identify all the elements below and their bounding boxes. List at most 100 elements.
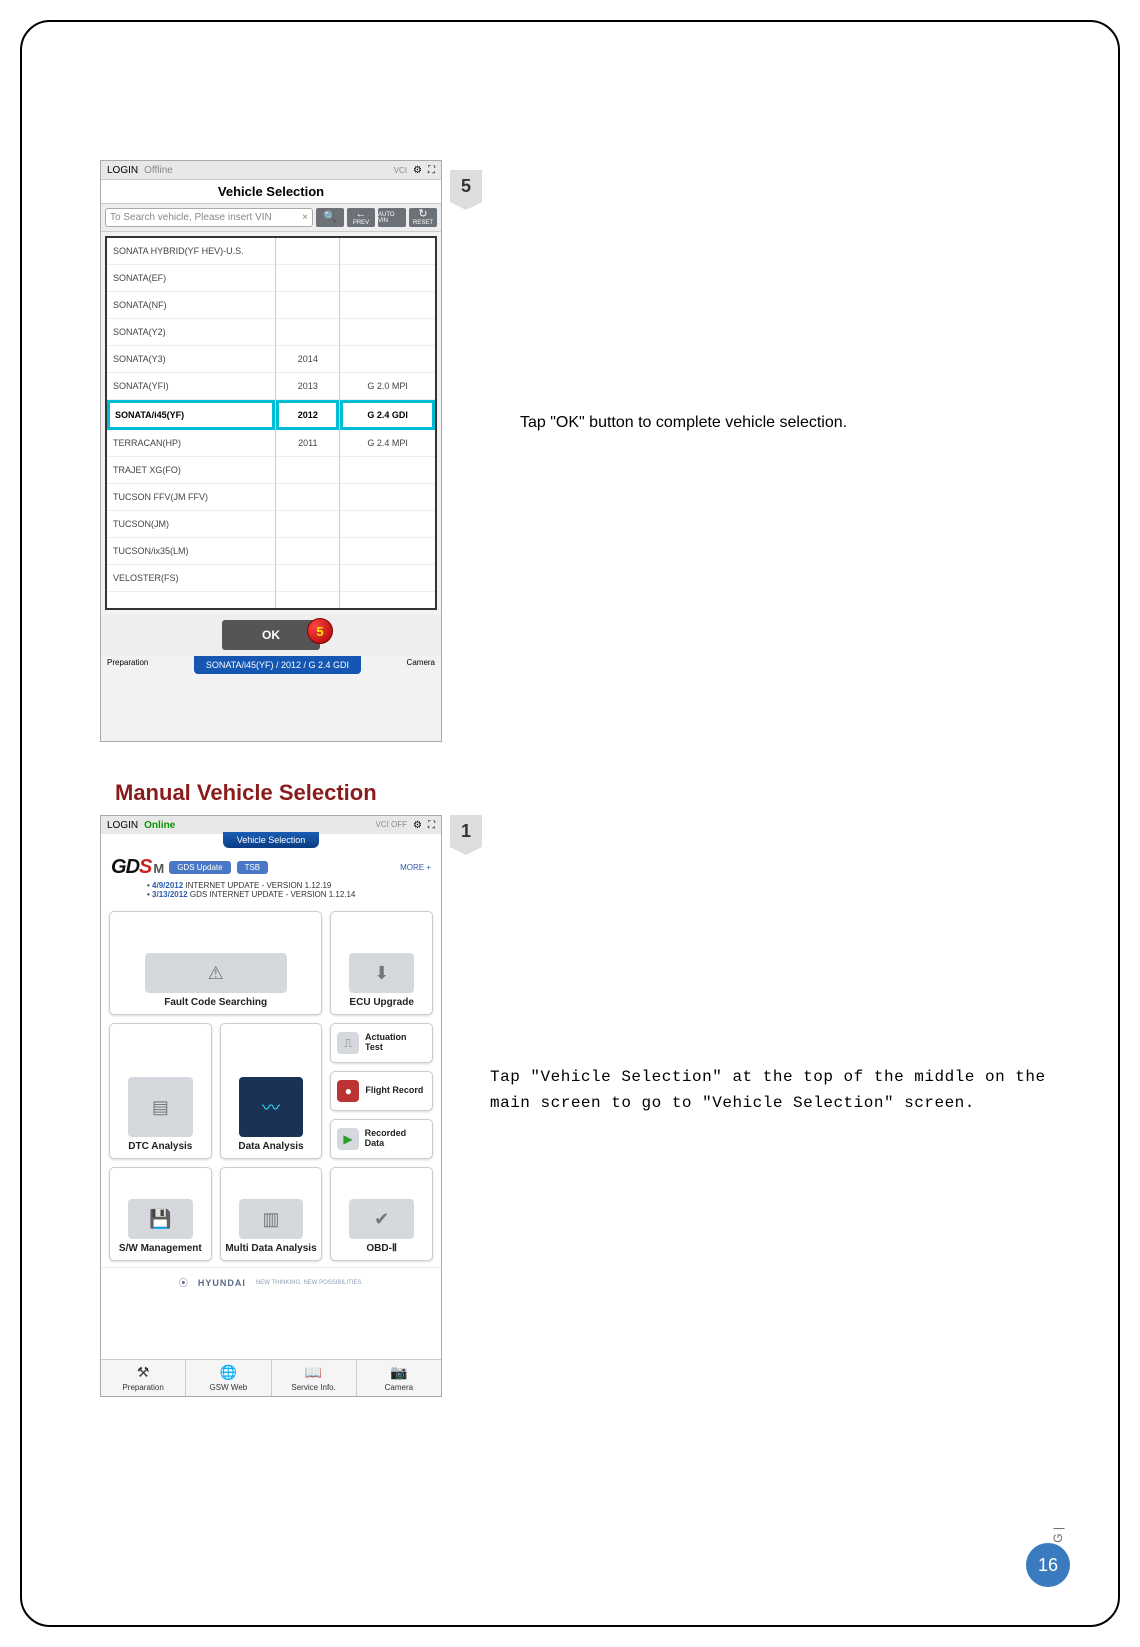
side-label: G |: [1051, 1527, 1065, 1543]
year-column: 2014201320122011: [276, 238, 340, 608]
nav-preparation[interactable]: ⚒ Preparation: [101, 1360, 185, 1396]
settings-icon[interactable]: ⚙: [413, 165, 422, 176]
year-cell[interactable]: [276, 484, 339, 511]
dtc-icon: ▤: [128, 1077, 193, 1137]
tile-label: Recorded Data: [365, 1129, 426, 1149]
tile-data-analysis[interactable]: 〰 Data Analysis: [220, 1023, 323, 1159]
vin-search-input[interactable]: To Search vehicle, Please insert VIN ×: [105, 208, 313, 227]
engine-cell[interactable]: [340, 484, 435, 511]
year-cell[interactable]: 2012: [276, 400, 339, 430]
year-cell[interactable]: [276, 538, 339, 565]
engine-cell[interactable]: [340, 538, 435, 565]
tile-flight-record[interactable]: ● Flight Record: [330, 1071, 433, 1111]
engine-cell[interactable]: [340, 457, 435, 484]
sw-icon: 💾: [128, 1199, 193, 1239]
service-icon: 📖: [305, 1364, 322, 1381]
status-bar: LOGIN Offline VCI ⚙ ⛶: [101, 161, 441, 180]
year-cell[interactable]: [276, 565, 339, 592]
prev-icon: ←: [356, 209, 367, 220]
callout-5-marker: 5: [307, 618, 333, 644]
gds-update-pill[interactable]: GDS Update: [169, 861, 230, 874]
model-cell[interactable]: TUCSON(JM): [107, 511, 275, 538]
nav-service-info[interactable]: 📖Service Info.: [272, 1360, 356, 1396]
page-number: 16: [1026, 1543, 1070, 1587]
engine-cell[interactable]: [340, 565, 435, 592]
engine-cell[interactable]: [340, 238, 435, 265]
tile-sw-management[interactable]: 💾 S/W Management: [109, 1167, 212, 1261]
ok-button[interactable]: OK: [222, 620, 320, 650]
nav-gsw-web[interactable]: 🌐 GSW Web: [186, 1360, 270, 1396]
fullscreen-icon-2[interactable]: ⛶: [428, 820, 435, 831]
engine-cell[interactable]: [340, 319, 435, 346]
ok-row: OK 5: [101, 614, 441, 656]
nav-camera[interactable]: 📷Camera: [357, 1360, 441, 1396]
engine-cell[interactable]: [340, 511, 435, 538]
step-5-badge: 5: [450, 170, 482, 202]
model-cell[interactable]: SONATA(Y2): [107, 319, 275, 346]
search-row: To Search vehicle, Please insert VIN × 🔍…: [101, 204, 441, 232]
fullscreen-icon[interactable]: ⛶: [428, 165, 435, 176]
auto-vin-button[interactable]: AUTO VIN: [378, 208, 406, 227]
year-cell[interactable]: 2013: [276, 373, 339, 400]
bottom-tab-preparation[interactable]: Preparation: [101, 656, 154, 669]
ecu-icon: ⬇: [349, 953, 414, 993]
more-link[interactable]: MORE +: [400, 863, 431, 872]
engine-cell[interactable]: G 2.0 MPI: [340, 373, 435, 400]
year-cell[interactable]: [276, 511, 339, 538]
model-cell[interactable]: SONATA(Y3): [107, 346, 275, 373]
model-cell[interactable]: SONATA(EF): [107, 265, 275, 292]
tile-multi-data[interactable]: ▥ Multi Data Analysis: [220, 1167, 323, 1261]
engine-cell[interactable]: G 2.4 GDI: [340, 400, 435, 430]
model-cell[interactable]: SONATA/i45(YF): [107, 400, 275, 430]
year-cell[interactable]: [276, 319, 339, 346]
tile-fault-code[interactable]: ⚠ Fault Code Searching: [109, 911, 322, 1015]
year-cell[interactable]: [276, 238, 339, 265]
vehicle-selection-tab[interactable]: Vehicle Selection: [223, 832, 320, 848]
model-cell[interactable]: TRAJET XG(FO): [107, 457, 275, 484]
auto-vin-label: AUTO VIN: [378, 212, 406, 224]
engine-cell[interactable]: [340, 265, 435, 292]
engine-cell[interactable]: G 2.4 MPI: [340, 430, 435, 457]
year-cell[interactable]: [276, 457, 339, 484]
login-label[interactable]: LOGIN: [107, 165, 138, 176]
gsw-icon: 🌐: [220, 1364, 237, 1381]
engine-cell[interactable]: [340, 346, 435, 373]
reset-button[interactable]: ↻RESET: [409, 208, 437, 227]
nav-label: Preparation: [122, 1383, 163, 1392]
prev-button[interactable]: ←PREV: [347, 208, 375, 227]
model-cell[interactable]: SONATA(NF): [107, 292, 275, 319]
model-cell[interactable]: TERRACAN(HP): [107, 430, 275, 457]
tile-actuation-test[interactable]: ⎍ Actuation Test: [330, 1023, 433, 1063]
login-label-2[interactable]: LOGIN: [107, 820, 138, 831]
vci-label: VCI: [394, 166, 407, 175]
multi-icon: ▥: [239, 1199, 304, 1239]
brand-row: ⦿ HYUNDAI NEW THINKING. NEW POSSIBILITIE…: [101, 1267, 441, 1297]
hyundai-label: HYUNDAI: [198, 1278, 246, 1288]
step-5-instruction: Tap "OK" button to complete vehicle sele…: [520, 410, 1080, 436]
bottom-tab-camera[interactable]: Camera: [401, 656, 441, 669]
model-cell[interactable]: SONATA HYBRID(YF HEV)-U.S.: [107, 238, 275, 265]
year-cell[interactable]: [276, 292, 339, 319]
year-cell[interactable]: [276, 265, 339, 292]
engine-cell[interactable]: [340, 292, 435, 319]
model-cell[interactable]: TUCSON FFV(JM FFV): [107, 484, 275, 511]
settings-icon-2[interactable]: ⚙: [413, 820, 422, 831]
tile-ecu-upgrade[interactable]: ⬇ ECU Upgrade: [330, 911, 433, 1015]
page-content: 5 Tap "OK" button to complete vehicle se…: [20, 20, 1120, 1627]
search-button[interactable]: 🔍: [316, 208, 344, 227]
model-cell[interactable]: SONATA(YFI): [107, 373, 275, 400]
screenshot-vehicle-selection: LOGIN Offline VCI ⚙ ⛶ Vehicle Selection …: [100, 160, 442, 742]
step-1-badge: 1: [450, 815, 482, 847]
year-cell[interactable]: 2011: [276, 430, 339, 457]
logo-d: D: [126, 856, 139, 878]
model-cell[interactable]: VELOSTER(FS): [107, 565, 275, 592]
tsb-pill[interactable]: TSB: [237, 861, 269, 874]
clear-icon[interactable]: ×: [302, 212, 308, 223]
model-cell[interactable]: TUCSON/ix35(LM): [107, 538, 275, 565]
year-cell[interactable]: 2014: [276, 346, 339, 373]
preparation-icon: ⚒: [137, 1364, 150, 1381]
tile-recorded-data[interactable]: ▶ Recorded Data: [330, 1119, 433, 1159]
nav-label: GSW Web: [210, 1383, 248, 1392]
tile-dtc-analysis[interactable]: ▤ DTC Analysis: [109, 1023, 212, 1159]
tile-obd2[interactable]: ✔ OBD-Ⅱ: [330, 1167, 433, 1261]
